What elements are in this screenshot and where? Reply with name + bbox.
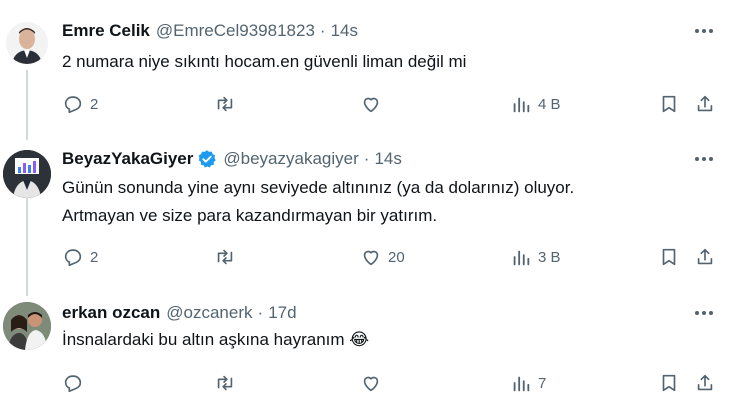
separator-dot: ·	[363, 149, 370, 168]
reply-icon	[64, 96, 82, 114]
reply-icon	[64, 375, 82, 393]
author-handle[interactable]: @beyazyakagiyer	[223, 149, 358, 169]
views-count: 4 B	[538, 95, 561, 113]
views-icon	[513, 250, 530, 266]
tweet-text: 2 numara niye sıkıntı hocam.en güvenli l…	[62, 52, 467, 71]
tweet-erkan-ozcan[interactable]: erkan ozcan @ozcanerk · 17d İnsnalardaki…	[0, 302, 730, 412]
avatar[interactable]	[3, 302, 51, 350]
bookmark-button[interactable]	[658, 371, 680, 395]
bookmark-button[interactable]	[658, 92, 680, 116]
tweet-text: İnsnalardaki bu altın aşkına hayranım 😂	[62, 330, 370, 349]
tweet-header: erkan ozcan @ozcanerk · 17d	[62, 302, 297, 324]
share-button[interactable]	[694, 371, 716, 395]
reply-icon	[64, 249, 82, 267]
bookmark-button[interactable]	[658, 245, 680, 269]
views-count: 7	[538, 374, 547, 392]
like-icon	[363, 376, 379, 392]
retweet-button[interactable]	[214, 371, 242, 395]
action-bar: 7	[62, 371, 722, 395]
tweet-text-line-2: Artmayan ve size para kazandırmayan bir …	[62, 206, 438, 225]
views-button[interactable]: 3 B	[510, 245, 561, 269]
tweet-header: BeyazYakaGiyer @beyazyakagiyer · 14s	[62, 148, 402, 170]
verified-badge-icon	[197, 149, 217, 169]
reply-button[interactable]	[62, 371, 90, 395]
share-button[interactable]	[694, 245, 716, 269]
like-icon	[363, 250, 379, 266]
action-bar: 2 20 3 B	[62, 245, 722, 269]
bookmark-icon	[662, 374, 676, 392]
tweet-beyazyakagiyer[interactable]: BeyazYakaGiyer @beyazyakagiyer · 14s Gün…	[0, 148, 730, 278]
action-bar: 2 4 B	[62, 92, 722, 116]
retweet-icon	[217, 375, 233, 391]
like-button[interactable]	[360, 371, 388, 395]
like-count: 20	[388, 248, 405, 266]
tweet-text-line-1: Günün sonunda yine aynı seviyede altının…	[62, 178, 575, 197]
reply-button[interactable]: 2	[62, 92, 98, 116]
more-icon[interactable]	[692, 22, 716, 40]
like-button[interactable]	[360, 92, 388, 116]
avatar[interactable]	[6, 22, 48, 64]
share-button[interactable]	[694, 92, 716, 116]
reply-count: 2	[90, 248, 99, 266]
tweet-emre-celik[interactable]: Emre Celik @EmreCel93981823 · 14s 2 numa…	[0, 20, 730, 120]
more-icon[interactable]	[692, 304, 716, 322]
author-name[interactable]: erkan ozcan	[62, 303, 160, 323]
reply-button[interactable]: 2	[62, 245, 98, 269]
views-count: 3 B	[538, 248, 561, 266]
share-icon	[697, 374, 713, 391]
avatar[interactable]	[3, 150, 51, 198]
timestamp[interactable]: 17d	[268, 303, 296, 323]
timestamp[interactable]: 14s	[331, 21, 358, 41]
author-name[interactable]: BeyazYakaGiyer	[62, 149, 193, 169]
separator-dot: ·	[319, 21, 326, 40]
separator-dot: ·	[257, 303, 264, 322]
author-handle[interactable]: @ozcanerk	[166, 303, 252, 323]
author-name[interactable]: Emre Celik	[62, 21, 150, 41]
author-handle[interactable]: @EmreCel93981823	[156, 21, 315, 41]
share-icon	[697, 248, 713, 265]
tweet-header: Emre Celik @EmreCel93981823 · 14s	[62, 20, 358, 42]
retweet-icon	[217, 96, 233, 112]
bookmark-icon	[662, 95, 676, 113]
share-icon	[697, 95, 713, 112]
retweet-button[interactable]	[214, 92, 242, 116]
more-icon[interactable]	[692, 150, 716, 168]
retweet-icon	[217, 249, 233, 265]
like-button[interactable]: 20	[360, 245, 405, 269]
views-icon	[513, 376, 530, 392]
reply-count: 2	[90, 95, 99, 113]
views-button[interactable]: 4 B	[510, 92, 561, 116]
like-icon	[363, 97, 379, 113]
retweet-button[interactable]	[214, 245, 242, 269]
views-icon	[513, 97, 530, 113]
views-button[interactable]: 7	[510, 371, 546, 395]
timestamp[interactable]: 14s	[374, 149, 401, 169]
bookmark-icon	[662, 248, 676, 266]
